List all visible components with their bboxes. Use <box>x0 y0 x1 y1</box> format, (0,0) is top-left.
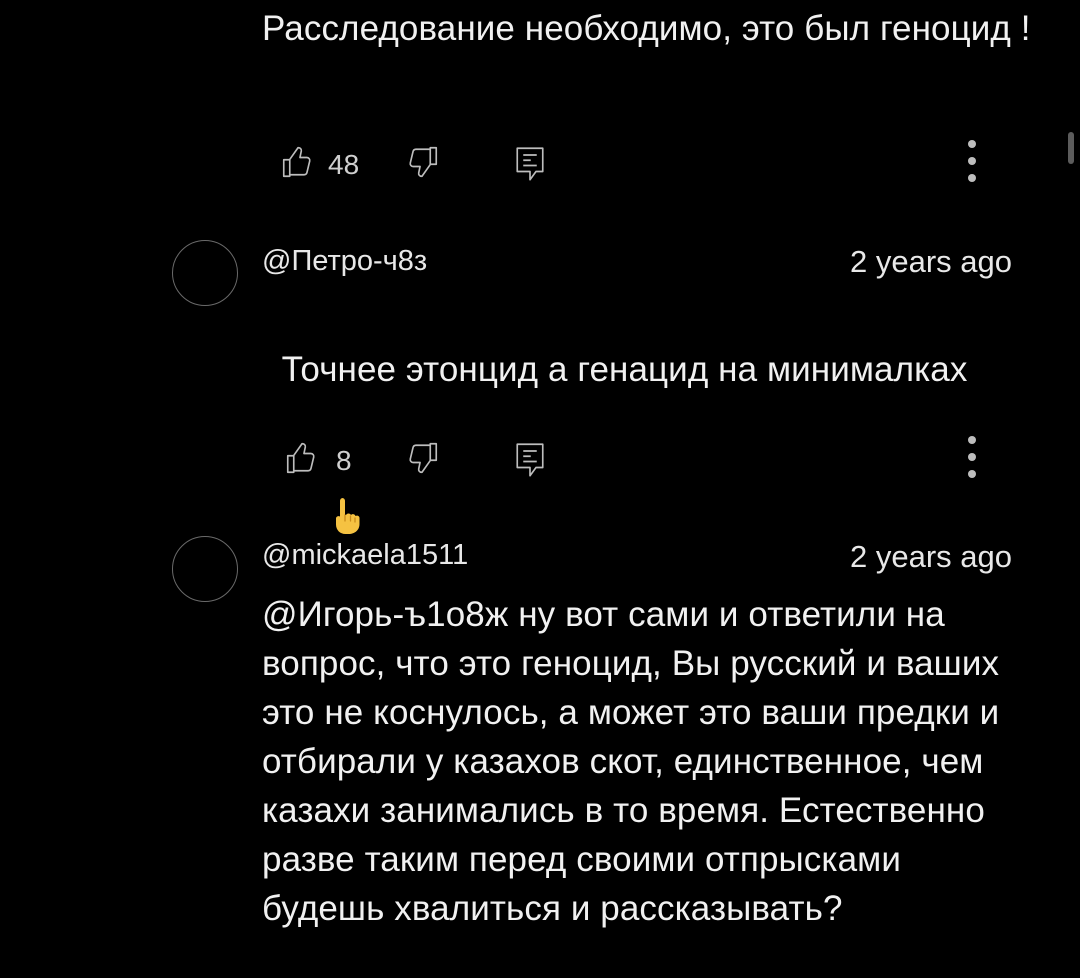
avatar[interactable] <box>172 240 238 306</box>
comment-text: Расследование необходимо, это был геноци… <box>262 9 1031 48</box>
thumb-up-icon[interactable] <box>280 144 316 180</box>
comment-reply-icon[interactable] <box>512 144 548 184</box>
comment-reply-icon[interactable] <box>512 440 548 480</box>
like-count: 8 <box>336 445 352 476</box>
like-count: 48 <box>328 149 360 180</box>
comment-timestamp: 2 years ago <box>850 539 1012 574</box>
comment-timestamp: 2 years ago <box>850 244 1012 279</box>
comment-text: @Игорь-ъ1о8ж ну вот сами и ответили на в… <box>262 595 1010 928</box>
more-vert-icon[interactable] <box>968 140 976 191</box>
comment-body: Точнее этонцид а генацид на минималках <box>281 350 968 389</box>
thumb-down-icon[interactable] <box>404 144 440 180</box>
comment-author[interactable]: @Петро-ч8з <box>262 244 427 278</box>
more-vert-icon[interactable] <box>968 436 976 487</box>
thumb-down-icon[interactable] <box>404 440 440 476</box>
avatar[interactable] <box>172 536 238 602</box>
comment-actions: 8 <box>272 436 972 486</box>
thumb-up-icon[interactable] <box>284 440 320 476</box>
comment-author[interactable]: @mickaela1511 <box>262 538 468 572</box>
scrollbar[interactable] <box>1068 132 1074 164</box>
comment-actions: 48 <box>272 140 972 190</box>
